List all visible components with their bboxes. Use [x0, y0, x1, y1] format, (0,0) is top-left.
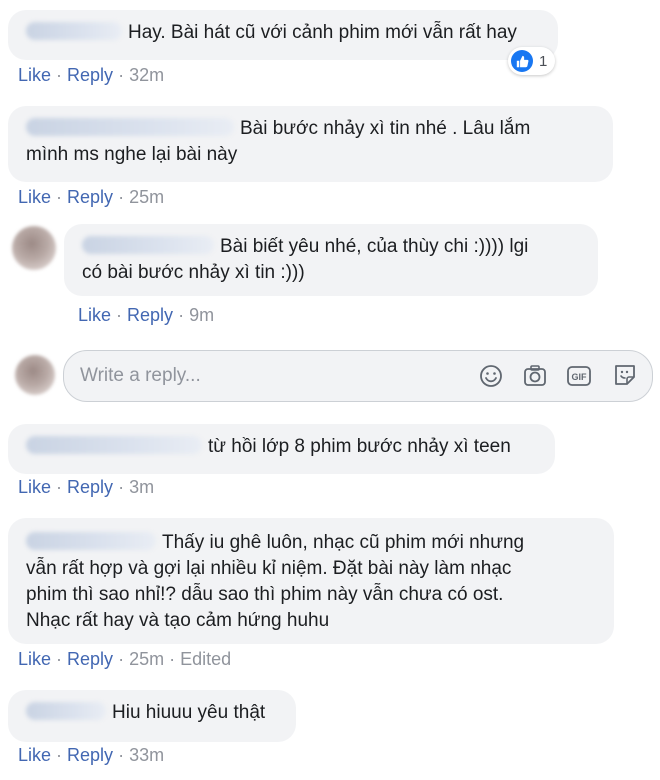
- reply-link[interactable]: Reply: [67, 65, 113, 85]
- comment-actions: Like · Reply · 25m: [18, 186, 164, 208]
- like-link[interactable]: Like: [18, 65, 51, 85]
- separator: ·: [56, 65, 63, 85]
- camera-icon[interactable]: [522, 363, 548, 389]
- comment-actions: Like · Reply · 3m: [18, 476, 154, 498]
- comment-actions: Like · Reply · 32m: [18, 64, 164, 86]
- comment-bubble: Bài bước nhảy xì tin nhé . Lâu lắm mình …: [8, 106, 613, 182]
- comment-text-line: Thấy iu ghê luôn, nhạc cũ phim mới nhưng: [162, 532, 525, 553]
- separator: ·: [118, 187, 125, 207]
- reply-link[interactable]: Reply: [127, 305, 173, 325]
- like-link[interactable]: Like: [18, 649, 51, 669]
- separator: ·: [169, 649, 176, 669]
- comment-actions: Like · Reply · 9m: [78, 304, 214, 326]
- comment-actions: Like · Reply · 33m: [18, 744, 164, 766]
- comment-text: từ hồi lớp 8 phim bước nhảy xì teen: [208, 436, 511, 457]
- separator: ·: [56, 745, 63, 765]
- reply-link[interactable]: Reply: [67, 745, 113, 765]
- reaction-badge[interactable]: 1: [508, 47, 556, 75]
- separator: ·: [56, 187, 63, 207]
- comment-actions: Like · Reply · 25m · Edited: [18, 648, 231, 670]
- separator: ·: [56, 649, 63, 669]
- comment-bubble: Hay. Bài hát cũ với cảnh phim mới vẫn rấ…: [8, 10, 558, 60]
- separator: ·: [56, 477, 63, 497]
- reply-link[interactable]: Reply: [67, 477, 113, 497]
- separator: ·: [178, 305, 185, 325]
- comment-text: Hiu hiuuu yêu thật: [112, 702, 266, 723]
- commenter-name[interactable]: [26, 702, 106, 720]
- separator: ·: [118, 745, 125, 765]
- separator: ·: [118, 65, 125, 85]
- like-link[interactable]: Like: [18, 187, 51, 207]
- separator: ·: [116, 305, 123, 325]
- like-link[interactable]: Like: [78, 305, 111, 325]
- reply-link[interactable]: Reply: [67, 187, 113, 207]
- timestamp[interactable]: 32m: [129, 65, 164, 85]
- timestamp[interactable]: 25m: [129, 649, 164, 669]
- comment-text-line: Bài bước nhảy xì tin nhé . Lâu lắm: [240, 118, 531, 139]
- reply-placeholder: Write a reply...: [80, 365, 201, 386]
- avatar[interactable]: [12, 226, 56, 270]
- comment-text-line: phim thì sao nhỉ!? dẫu sao thì phim này …: [26, 584, 504, 605]
- commenter-name[interactable]: [26, 436, 202, 454]
- edited-label[interactable]: Edited: [180, 649, 231, 669]
- current-user-avatar: [15, 355, 55, 395]
- commenter-name[interactable]: [82, 236, 214, 254]
- separator: ·: [118, 649, 125, 669]
- comment-bubble: Thấy iu ghê luôn, nhạc cũ phim mới nhưng…: [8, 518, 614, 644]
- comment-text: Hay. Bài hát cũ với cảnh phim mới vẫn rấ…: [128, 22, 517, 43]
- gif-icon[interactable]: GIF: [566, 363, 592, 389]
- comment-bubble: Hiu hiuuu yêu thật: [8, 690, 296, 742]
- timestamp[interactable]: 25m: [129, 187, 164, 207]
- timestamp[interactable]: 9m: [189, 305, 214, 325]
- comment-bubble: từ hồi lớp 8 phim bước nhảy xì teen: [8, 424, 555, 474]
- separator: ·: [118, 477, 125, 497]
- sticker-icon[interactable]: [612, 362, 638, 388]
- timestamp[interactable]: 33m: [129, 745, 164, 765]
- reaction-count: 1: [539, 52, 548, 70]
- reply-link[interactable]: Reply: [67, 649, 113, 669]
- like-link[interactable]: Like: [18, 477, 51, 497]
- comment-text-line: có bài bước nhảy xì tin :))): [82, 262, 305, 283]
- timestamp[interactable]: 3m: [129, 477, 154, 497]
- commenter-name[interactable]: [26, 532, 156, 550]
- comment-text-line: Bài biết yêu nhé, của thùy chi :)))) lgi: [220, 236, 529, 257]
- comment-bubble: Bài biết yêu nhé, của thùy chi :)))) lgi…: [64, 224, 598, 296]
- like-link[interactable]: Like: [18, 745, 51, 765]
- commenter-name[interactable]: [26, 118, 234, 136]
- svg-text:GIF: GIF: [572, 372, 588, 382]
- thumbs-up-icon: [511, 50, 533, 72]
- comment-text-line: mình ms nghe lại bài này: [26, 144, 238, 165]
- smiley-icon[interactable]: [478, 363, 504, 389]
- comment-text-line: vẫn rất hợp và gợi lại nhiều kỉ niệm. Đặ…: [26, 558, 512, 579]
- comment-text-line: Nhạc rất hay và tạo cảm hứng huhu: [26, 610, 330, 631]
- commenter-name[interactable]: [26, 22, 122, 40]
